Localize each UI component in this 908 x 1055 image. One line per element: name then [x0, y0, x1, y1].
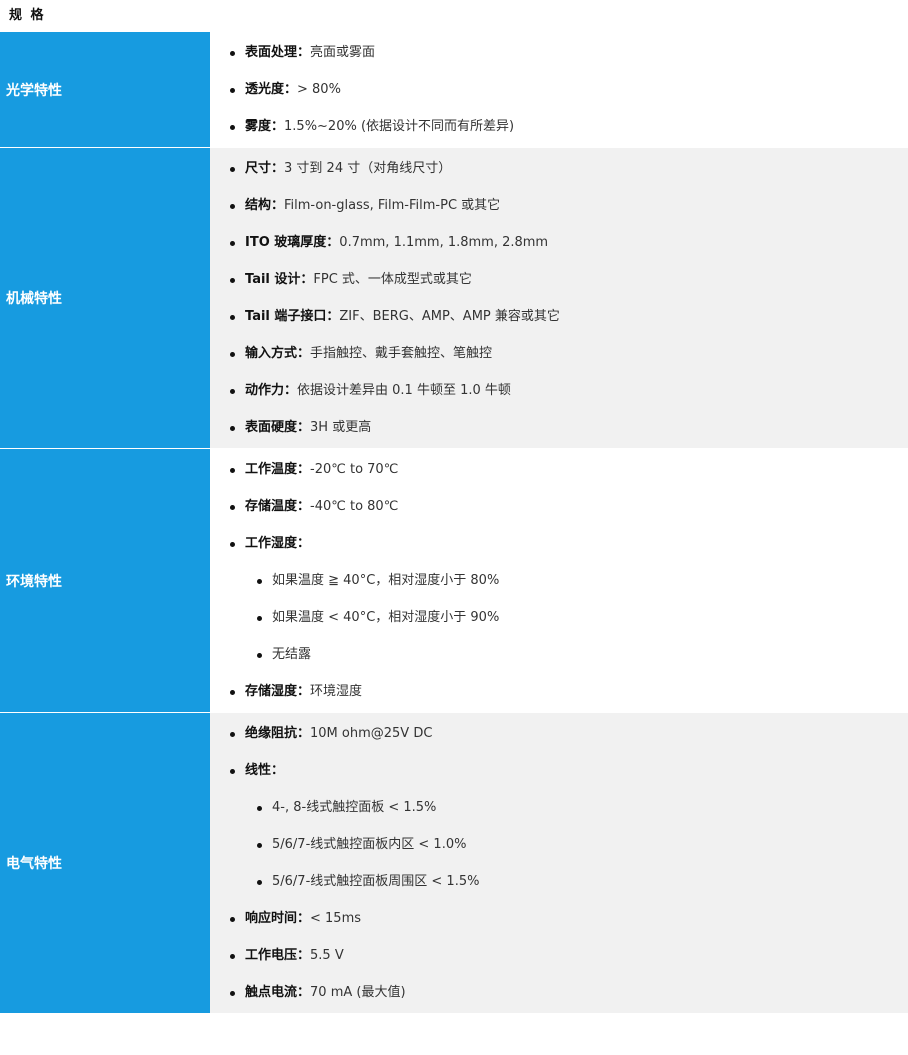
- spec-item-value: -20℃ to 70℃: [310, 462, 399, 477]
- spec-item-key: 线性：: [245, 763, 285, 778]
- spec-item-value: < 15ms: [310, 911, 362, 926]
- spec-sub-item: 5/6/7-线式触控面板内区 < 1.0%: [210, 826, 908, 863]
- spec-item: Tail 端子接口：ZIF、BERG、AMP、AMP 兼容或其它: [210, 298, 908, 335]
- spec-item-value: 10M ohm@25V DC: [310, 726, 433, 741]
- spec-list: 工作温度：-20℃ to 70℃ 存储温度：-40℃ to 80℃ 工作湿度： 如果温…: [210, 449, 908, 712]
- spec-item-value: 手指触控、戴手套触控、笔触控: [310, 346, 493, 361]
- spec-item-key: 透光度：: [245, 82, 298, 97]
- spec-item: 存储湿度：环境湿度: [210, 673, 908, 710]
- spec-item-key: 尺寸：: [245, 161, 285, 176]
- spec-item-value: 如果温度 ≧ 40°C，相对湿度小于 80%: [272, 573, 500, 588]
- spec-item-value: -40℃ to 80℃: [310, 499, 399, 514]
- spec-item-value: 5.5 V: [310, 948, 344, 963]
- spec-item-key: ITO 玻璃厚度：: [245, 235, 340, 250]
- spec-item: Tail 设计：FPC 式、一体成型式或其它: [210, 261, 908, 298]
- section-category: 电气特性: [0, 712, 210, 1014]
- spec-item: 透光度：> 80%: [210, 71, 908, 108]
- spec-item: 工作电压：5.5 V: [210, 937, 908, 974]
- spec-item-key: 存储温度：: [245, 499, 311, 514]
- spec-item-value: 5/6/7-线式触控面板内区 < 1.0%: [272, 837, 467, 852]
- spec-list: 绝缘阻抗：10M ohm@25V DC 线性： 4-, 8-线式触控面板 < 1.5…: [210, 713, 908, 1013]
- spec-item-value: 无结露: [272, 647, 312, 662]
- spec-item-key: Tail 设计：: [245, 272, 314, 287]
- spec-item-value: 亮面或雾面: [310, 45, 376, 60]
- spec-table-body: 光学特性 表面处理：亮面或雾面 透光度：> 80% 雾度：1.5%~20% (依据设计…: [0, 32, 908, 1014]
- spec-item-key: 工作电压：: [245, 948, 311, 963]
- spec-section-row: 电气特性 绝缘阻抗：10M ohm@25V DC 线性： 4-, 8-线式触控面板 <…: [0, 712, 908, 1014]
- spec-item-value: 4-, 8-线式触控面板 < 1.5%: [272, 800, 437, 815]
- spec-item-value: 70 mA (最大值): [310, 985, 406, 1000]
- page-title: 规 格: [9, 8, 46, 23]
- spec-item-key: 雾度：: [245, 119, 285, 134]
- spec-sub-item: 如果温度 < 40°C，相对湿度小于 90%: [210, 599, 908, 636]
- spec-section-row: 光学特性 表面处理：亮面或雾面 透光度：> 80% 雾度：1.5%~20% (依据设计…: [0, 32, 908, 148]
- spec-item: 尺寸：3 寸到 24 寸（对角线尺寸）: [210, 150, 908, 187]
- spec-item: ITO 玻璃厚度：0.7mm, 1.1mm, 1.8mm, 2.8mm: [210, 224, 908, 261]
- spec-item-key: 存储湿度：: [245, 684, 311, 699]
- spec-item: 绝缘阻抗：10M ohm@25V DC: [210, 715, 908, 752]
- spec-item-key: 绝缘阻抗：: [245, 726, 311, 741]
- spec-item: 输入方式：手指触控、戴手套触控、笔触控: [210, 335, 908, 372]
- spec-item-value: 1.5%~20% (依据设计不同而有所差异): [284, 119, 515, 134]
- spec-item-key: 表面处理：: [245, 45, 311, 60]
- spec-sub-item: 5/6/7-线式触控面板周围区 < 1.5%: [210, 863, 908, 900]
- spec-item: 动作力：依据设计差异由 0.1 牛顿至 1.0 牛顿: [210, 372, 908, 409]
- spec-item-value: Film-on-glass, Film-Film-PC 或其它: [284, 198, 501, 213]
- spec-item-value: 5/6/7-线式触控面板周围区 < 1.5%: [272, 874, 480, 889]
- spec-item-key: 响应时间：: [245, 911, 311, 926]
- spec-item-value: > 80%: [297, 82, 341, 97]
- spec-item-value: 3 寸到 24 寸（对角线尺寸）: [284, 161, 452, 176]
- spec-item: 触点电流：70 mA (最大值): [210, 974, 908, 1011]
- spec-item-value: 如果温度 < 40°C，相对湿度小于 90%: [272, 610, 500, 625]
- section-items: 工作温度：-20℃ to 70℃ 存储温度：-40℃ to 80℃ 工作湿度： 如果温…: [210, 448, 908, 713]
- spec-item-value: ZIF、BERG、AMP、AMP 兼容或其它: [339, 309, 560, 324]
- section-items: 尺寸：3 寸到 24 寸（对角线尺寸） 结构：Film-on-glass, Fil…: [210, 147, 908, 449]
- spec-item-key: 工作湿度：: [245, 536, 311, 551]
- spec-item-key: 动作力：: [245, 383, 298, 398]
- spec-item-key: 触点电流：: [245, 985, 311, 1000]
- spec-item-key: 结构：: [245, 198, 285, 213]
- spec-item-key: 表面硬度：: [245, 420, 311, 435]
- section-category: 机械特性: [0, 147, 210, 449]
- section-category: 光学特性: [0, 32, 210, 148]
- spec-section-row: 环境特性 工作温度：-20℃ to 70℃ 存储温度：-40℃ to 80℃ 工作湿度…: [0, 448, 908, 713]
- spec-section-row: 机械特性 尺寸：3 寸到 24 寸（对角线尺寸） 结构：Film-on-glass,…: [0, 147, 908, 449]
- spec-item: 工作湿度：: [210, 525, 908, 562]
- spec-item: 雾度：1.5%~20% (依据设计不同而有所差异): [210, 108, 908, 145]
- spec-item: 线性：: [210, 752, 908, 789]
- spec-item: 响应时间：< 15ms: [210, 900, 908, 937]
- spec-item-value: FPC 式、一体成型式或其它: [313, 272, 472, 287]
- spec-item: 存储温度：-40℃ to 80℃: [210, 488, 908, 525]
- spec-item: 结构：Film-on-glass, Film-Film-PC 或其它: [210, 187, 908, 224]
- spec-item: 工作温度：-20℃ to 70℃: [210, 451, 908, 488]
- spec-item: 表面处理：亮面或雾面: [210, 34, 908, 71]
- spec-list: 表面处理：亮面或雾面 透光度：> 80% 雾度：1.5%~20% (依据设计不同而有…: [210, 32, 908, 147]
- spec-sub-item: 如果温度 ≧ 40°C，相对湿度小于 80%: [210, 562, 908, 599]
- spec-item: 表面硬度：3H 或更高: [210, 409, 908, 446]
- spec-item-key: 输入方式：: [245, 346, 311, 361]
- spec-item-key: Tail 端子接口：: [245, 309, 340, 324]
- section-items: 绝缘阻抗：10M ohm@25V DC 线性： 4-, 8-线式触控面板 < 1.5…: [210, 712, 908, 1014]
- section-category: 环境特性: [0, 448, 210, 713]
- spec-item-value: 3H 或更高: [310, 420, 372, 435]
- section-items: 表面处理：亮面或雾面 透光度：> 80% 雾度：1.5%~20% (依据设计不同而有…: [210, 32, 908, 148]
- spec-sub-item: 4-, 8-线式触控面板 < 1.5%: [210, 789, 908, 826]
- spec-item-value: 依据设计差异由 0.1 牛顿至 1.0 牛顿: [297, 383, 511, 398]
- spec-sub-item: 无结露: [210, 636, 908, 673]
- spec-item-value: 0.7mm, 1.1mm, 1.8mm, 2.8mm: [339, 235, 549, 250]
- spec-table: 光学特性 表面处理：亮面或雾面 透光度：> 80% 雾度：1.5%~20% (依据设计…: [0, 32, 908, 1014]
- spec-list: 尺寸：3 寸到 24 寸（对角线尺寸） 结构：Film-on-glass, Fil…: [210, 148, 908, 448]
- spec-item-key: 工作温度：: [245, 462, 311, 477]
- spec-item-value: 环境湿度: [310, 684, 363, 699]
